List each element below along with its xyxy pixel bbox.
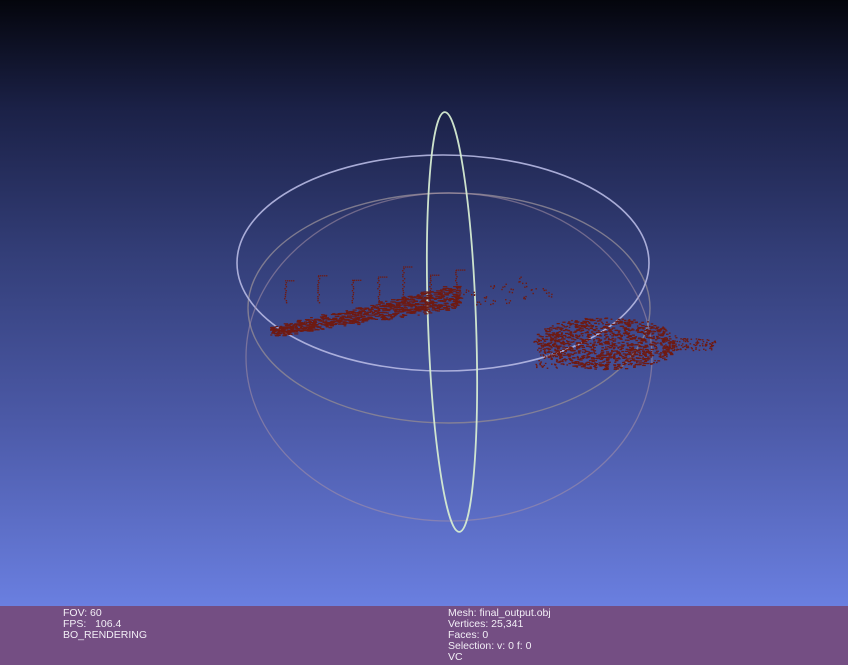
vc-flag: VC [448, 651, 463, 663]
render-info: FOV: 60 FPS: 106.4 BO_RENDERING [63, 608, 147, 641]
trackball-horizontal-ring-back[interactable] [247, 192, 651, 424]
trackball-horizontal-ring-front[interactable] [236, 154, 650, 372]
rendering-mode: BO_RENDERING [63, 629, 148, 641]
mesh-info: Mesh: final_output.obj Vertices: 25,341 … [448, 608, 551, 663]
status-bar: FOV: 60 FPS: 106.4 BO_RENDERING Mesh: fi… [0, 606, 848, 665]
3d-viewport[interactable] [0, 0, 848, 606]
selection-info: Selection: v: 0 f: 0 [448, 640, 532, 652]
trackball-vertical-ring[interactable] [421, 111, 484, 533]
scene-canvas[interactable] [0, 0, 848, 606]
trackball-outer-ring[interactable] [245, 192, 653, 522]
